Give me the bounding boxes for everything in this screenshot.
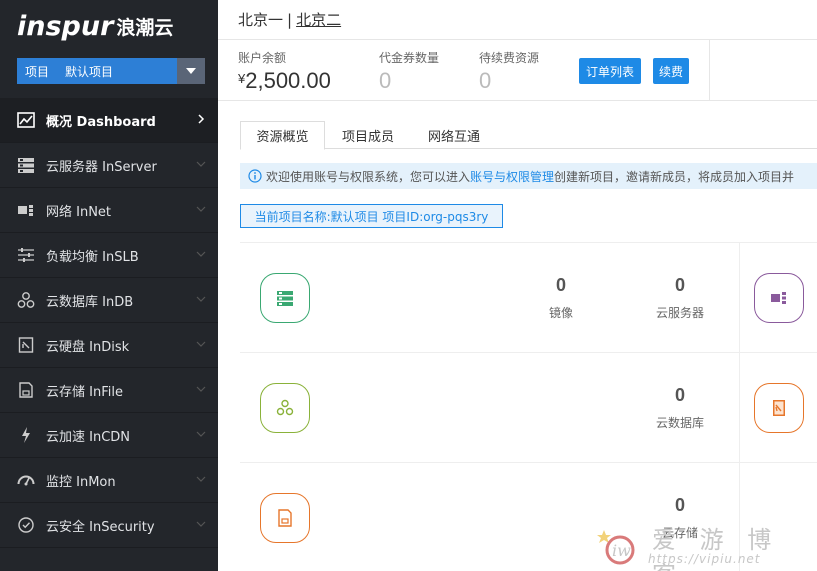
info-icon bbox=[248, 169, 262, 183]
sidebar-item-inslb[interactable]: 负载均衡 InSLB bbox=[0, 233, 218, 278]
sidebar-item-label: 云服务器 InServer bbox=[46, 159, 157, 175]
info-text: 欢迎使用账号与权限系统，您可以进入 bbox=[266, 169, 471, 184]
currency-symbol: ¥ bbox=[238, 71, 246, 86]
resource-row: 0 云数据库 bbox=[240, 352, 817, 462]
chevron-down-icon bbox=[196, 251, 206, 257]
voucher-value: 0 bbox=[379, 68, 392, 93]
tab-network-interconnect[interactable]: 网络互通 bbox=[414, 121, 494, 149]
network-icon bbox=[16, 200, 36, 220]
sidebar-item-label: 负载均衡 InSLB bbox=[46, 249, 139, 265]
chevron-down-icon bbox=[196, 521, 206, 527]
chevron-down-icon bbox=[196, 206, 206, 212]
balance-stat: 账户余额 ¥2,500.00 bbox=[238, 49, 331, 94]
sidebar-item-label: 网络 InNet bbox=[46, 204, 112, 220]
disk-resource-icon[interactable] bbox=[754, 383, 804, 433]
sidebar-item-inserver[interactable]: 云服务器 InServer bbox=[0, 143, 218, 188]
info-banner: 欢迎使用账号与权限系统，您可以进入 账号与权限管理 创建新项目，邀请新成员，将成… bbox=[240, 163, 817, 189]
network-resource-icon[interactable] bbox=[754, 273, 804, 323]
sidebar-item-label: 云硬盘 InDisk bbox=[46, 339, 130, 355]
sidebar-item-inmon[interactable]: 监控 InMon bbox=[0, 458, 218, 503]
lightning-icon bbox=[16, 425, 36, 445]
tab-bar: 资源概览 项目成员 网络互通 bbox=[240, 121, 817, 150]
pending-value: 0 bbox=[479, 68, 492, 93]
watermark: iw 爱 游 博 客 https://vipiu.net bbox=[590, 520, 810, 571]
divider bbox=[709, 40, 710, 101]
disk-icon bbox=[16, 335, 36, 355]
balance-value: ¥2,500.00 bbox=[238, 68, 331, 93]
project-select-value: 默认项目 bbox=[65, 64, 114, 79]
chevron-down-icon bbox=[196, 161, 206, 167]
server-icon bbox=[16, 155, 36, 175]
brand-logo[interactable]: inspur 浪潮云 bbox=[17, 10, 197, 42]
sidebar-item-infile[interactable]: 云存储 InFile bbox=[0, 368, 218, 413]
sidebar-item-dashboard[interactable]: 概况 Dashboard bbox=[0, 98, 218, 143]
watermark-url: https://vipiu.net bbox=[648, 552, 761, 566]
voucher-stat: 代金券数量 0 bbox=[379, 49, 439, 94]
tab-resource-overview[interactable]: 资源概览 bbox=[240, 121, 325, 150]
sidebar-menu: 概况 Dashboard 云服务器 InServer 网络 InNet 负载均衡… bbox=[0, 98, 218, 548]
image-count[interactable]: 0 bbox=[521, 275, 601, 296]
chevron-right-icon bbox=[198, 114, 205, 124]
database-label: 云数据库 bbox=[655, 416, 704, 430]
server-resource-icon[interactable] bbox=[260, 273, 310, 323]
region-bar: 北京一 | 北京二 bbox=[218, 0, 817, 40]
database-icon bbox=[16, 290, 36, 310]
svg-text:iw: iw bbox=[612, 541, 631, 560]
gauge-icon bbox=[16, 470, 36, 490]
region-beijing-2[interactable]: 北京二 bbox=[296, 9, 341, 30]
storage-resource-icon[interactable] bbox=[260, 493, 310, 543]
sidebar: inspur 浪潮云 项目 默认项目 概况 Dashboard 云服务器 InS… bbox=[0, 0, 218, 571]
sidebar-item-label: 云安全 InSecurity bbox=[46, 519, 155, 535]
sidebar-item-label: 云加速 InCDN bbox=[46, 429, 131, 445]
database-count[interactable]: 0 bbox=[640, 385, 720, 406]
region-separator: | bbox=[287, 10, 293, 29]
dashboard-icon bbox=[16, 110, 36, 130]
sidebar-item-indisk[interactable]: 云硬盘 InDisk bbox=[0, 323, 218, 368]
storage-count[interactable]: 0 bbox=[640, 495, 720, 516]
database-resource-icon[interactable] bbox=[260, 383, 310, 433]
project-select-label: 项目 bbox=[25, 64, 50, 79]
order-list-button[interactable]: 订单列表 bbox=[579, 58, 641, 84]
sidebar-item-innet[interactable]: 网络 InNet bbox=[0, 188, 218, 233]
chevron-down-icon bbox=[196, 296, 206, 302]
project-select[interactable]: 项目 默认项目 bbox=[17, 58, 205, 84]
balance-label: 账户余额 bbox=[238, 51, 287, 65]
chevron-down-icon bbox=[196, 476, 206, 482]
pending-stat: 待续费资源 0 bbox=[479, 49, 539, 94]
account-permission-link[interactable]: 账号与权限管理 bbox=[470, 168, 554, 185]
slider-icon bbox=[16, 245, 36, 265]
server-count[interactable]: 0 bbox=[640, 275, 720, 296]
info-text-after: 创建新项目，邀请新成员，将成员加入项目并 bbox=[554, 169, 795, 184]
server-label: 云服务器 bbox=[655, 306, 704, 320]
chevron-down-icon bbox=[196, 341, 206, 347]
caret-down-icon[interactable] bbox=[177, 58, 205, 84]
logo-text-en: inspur bbox=[17, 10, 114, 42]
current-project-tag: 当前项目名称:默认项目 项目ID:org-pqs3ry bbox=[240, 204, 503, 228]
renew-button[interactable]: 续费 bbox=[653, 58, 689, 84]
resource-row: 0 镜像 0 云服务器 bbox=[240, 242, 817, 352]
file-icon bbox=[16, 380, 36, 400]
pending-label: 待续费资源 bbox=[479, 51, 540, 65]
image-label: 镜像 bbox=[548, 306, 573, 320]
sidebar-item-incdn[interactable]: 云加速 InCDN bbox=[0, 413, 218, 458]
voucher-label: 代金券数量 bbox=[379, 51, 440, 65]
chevron-down-icon bbox=[196, 431, 206, 437]
account-stats: 账户余额 ¥2,500.00 代金券数量 0 待续费资源 0 订单列表 续费 bbox=[218, 40, 817, 101]
tab-project-members[interactable]: 项目成员 bbox=[328, 121, 408, 149]
sidebar-item-label: 监控 InMon bbox=[46, 474, 116, 490]
sidebar-item-indb[interactable]: 云数据库 InDB bbox=[0, 278, 218, 323]
chevron-down-icon bbox=[196, 386, 206, 392]
sidebar-item-insecurity[interactable]: 云安全 InSecurity bbox=[0, 503, 218, 548]
sidebar-item-label: 概况 Dashboard bbox=[46, 114, 156, 130]
sidebar-item-label: 云存储 InFile bbox=[46, 384, 123, 400]
sidebar-item-label: 云数据库 InDB bbox=[46, 294, 134, 310]
logo-text-cn: 浪潮云 bbox=[116, 16, 174, 39]
region-beijing-1[interactable]: 北京一 bbox=[238, 9, 283, 30]
security-icon bbox=[16, 515, 36, 535]
watermark-logo-icon: iw bbox=[597, 530, 635, 565]
